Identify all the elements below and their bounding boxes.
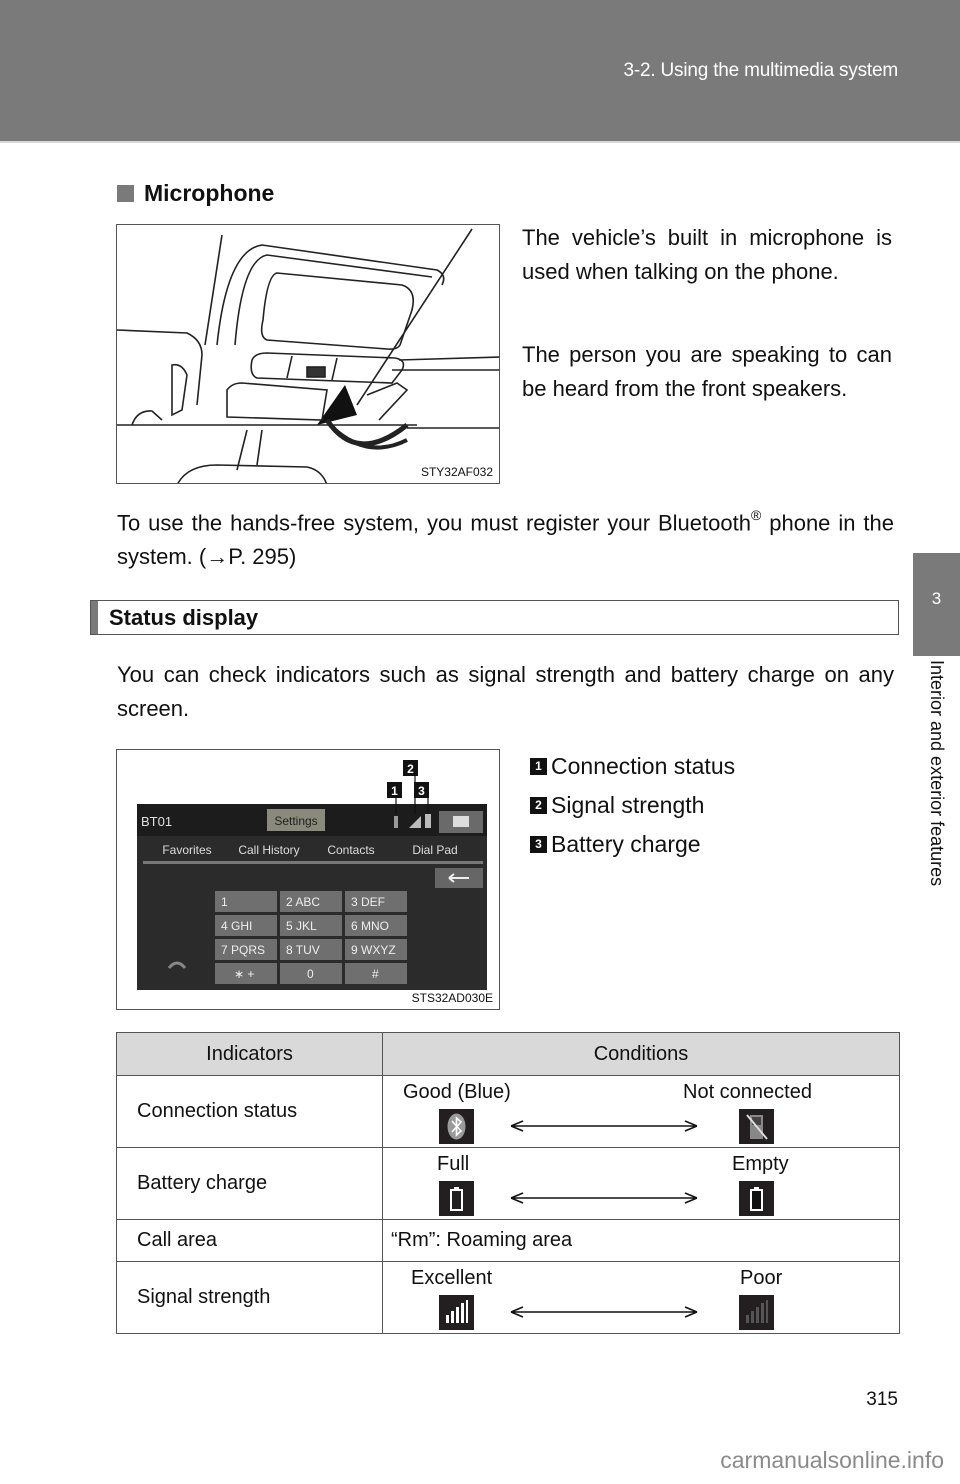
condition-cell: “Rm”: Roaming area <box>382 1219 900 1262</box>
table-row: Connection status Good (Blue) Not connec… <box>116 1075 900 1148</box>
legend-item: 2 Signal strength <box>530 786 735 825</box>
watermark[interactable]: carmanualsonline.info <box>720 1447 944 1474</box>
range-arrow <box>510 1305 698 1318</box>
svg-text:1: 1 <box>391 784 398 798</box>
signal-poor-icon <box>739 1294 774 1330</box>
screen-tab: Dial Pad <box>412 843 457 857</box>
svg-text:∗ +: ∗ + <box>234 967 254 981</box>
heading-accent <box>91 601 98 634</box>
svg-text:5 JKL: 5 JKL <box>286 919 317 933</box>
device-name: BT01 <box>141 814 172 829</box>
column-header: Conditions <box>382 1032 900 1076</box>
condition-right-label: Not connected <box>683 1080 812 1103</box>
indicator-cell: Call area <box>116 1219 383 1262</box>
chapter-tab-label-wrap: Interior and exterior features <box>913 660 960 950</box>
condition-left-label: Good (Blue) <box>403 1080 511 1103</box>
svg-text:3: 3 <box>418 784 425 798</box>
condition-cell: Excellent Poor <box>382 1261 900 1334</box>
condition-right-label: Empty <box>732 1152 789 1175</box>
figure-code: STY32AF032 <box>420 465 493 479</box>
condition-left-label: Excellent <box>411 1266 493 1289</box>
chapter-tab-number[interactable]: 3 <box>913 553 960 656</box>
status-intro-paragraph: You can check indicators such as signal … <box>117 662 894 721</box>
condition-cell: Full Empty <box>382 1147 900 1220</box>
svg-text:7 PQRS: 7 PQRS <box>221 943 265 957</box>
legend-item: 3 Battery charge <box>530 825 735 864</box>
column-header: Indicators <box>116 1032 383 1076</box>
figure-code: STS32AD030E <box>411 991 493 1005</box>
legend-label: Battery charge <box>551 831 701 857</box>
number-badge: 2 <box>530 797 547 814</box>
status-display-heading-text: Status display <box>109 605 259 630</box>
microphone-heading-text: Microphone <box>144 180 275 206</box>
svg-text:9 WXYZ: 9 WXYZ <box>351 943 396 957</box>
tab-underline <box>143 861 483 864</box>
number-badge: 3 <box>530 836 547 853</box>
svg-text:3 DEF: 3 DEF <box>351 895 385 909</box>
connection-indicator-icon <box>394 816 398 828</box>
microphone-heading: Microphone <box>117 180 274 207</box>
chapter-tab-label: Interior and exterior features <box>926 660 947 887</box>
screen-tab: Contacts <box>327 843 374 857</box>
register-paragraph: To use the hands-free system, you must r… <box>117 500 894 574</box>
page-number: 315 <box>866 1389 898 1410</box>
table-header-row: Indicators Conditions <box>116 1032 900 1076</box>
screen-tab: Call History <box>238 843 299 857</box>
screen-tab: Favorites <box>162 843 211 857</box>
battery-empty-icon <box>739 1180 774 1216</box>
microphone-drawing <box>117 228 499 483</box>
indicator-cell: Signal strength <box>116 1261 383 1334</box>
condition-left-label: Full <box>437 1152 470 1175</box>
legend-label: Signal strength <box>551 792 705 818</box>
svg-text:0: 0 <box>307 967 314 981</box>
dial-pad-screen-illustration: BT01 Settings Favorites Call History Con… <box>116 749 500 1010</box>
condition-right-label: Poor <box>740 1266 783 1289</box>
table-row: Call area “Rm”: Roaming area <box>116 1219 900 1262</box>
condition-cell: Good (Blue) Not connected <box>382 1075 900 1148</box>
svg-text:2 ABC: 2 ABC <box>286 895 320 909</box>
indicator-cell: Connection status <box>116 1075 383 1148</box>
square-bullet-icon <box>117 185 134 202</box>
mail-icon <box>453 816 469 827</box>
microphone-illustration: STY32AF032 <box>116 224 500 484</box>
battery-indicator-icon <box>425 814 431 828</box>
register-text: To use the hands-free system, you must r… <box>117 510 751 536</box>
legend-label: Connection status <box>551 753 736 779</box>
battery-full-icon <box>439 1180 474 1216</box>
dial-pad-screen: BT01 Settings Favorites Call History Con… <box>137 760 487 990</box>
table-row: Battery charge Full Empty <box>116 1147 900 1220</box>
legend-item: 1 Connection status <box>530 747 735 786</box>
svg-text:6 MNO: 6 MNO <box>351 919 389 933</box>
phone-not-connected-icon <box>739 1108 774 1144</box>
registered-mark: ® <box>750 507 762 523</box>
svg-text:8 TUV: 8 TUV <box>286 943 320 957</box>
status-display-heading: Status display <box>90 600 899 635</box>
indicator-cell: Battery charge <box>116 1147 383 1220</box>
microphone-paragraph-2: The person you are speaking to can be he… <box>522 342 892 401</box>
bluetooth-icon <box>439 1108 474 1144</box>
range-arrow <box>510 1119 698 1132</box>
svg-text:1: 1 <box>221 895 228 909</box>
indicators-table: Indicators Conditions Connection status … <box>116 1032 900 1334</box>
indicator-legend: 1 Connection status 2 Signal strength 3 … <box>530 747 735 864</box>
svg-text:2: 2 <box>407 762 414 776</box>
settings-label: Settings <box>274 814 317 828</box>
svg-text:4 GHI: 4 GHI <box>221 919 252 933</box>
signal-excellent-icon <box>439 1294 474 1330</box>
range-arrow <box>510 1191 698 1204</box>
header-title: 3-2. Using the multimedia system <box>623 60 899 81</box>
page-header: 3-2. Using the multimedia system <box>0 0 960 143</box>
microphone-paragraph-1: The vehicle’s built in microphone is use… <box>522 225 892 284</box>
number-badge: 1 <box>530 758 547 775</box>
svg-text:#: # <box>372 967 379 981</box>
table-row: Signal strength Excellent Poor <box>116 1261 900 1334</box>
